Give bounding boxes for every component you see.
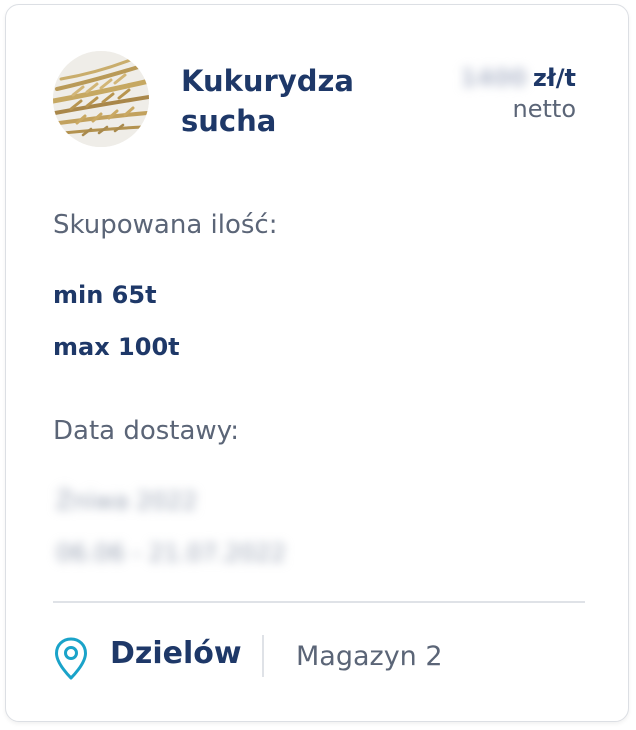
price-value: 1400 [460,64,527,92]
quantity-label: Skupowana ilość: [53,210,278,240]
divider [53,601,585,603]
product-image [53,51,149,147]
delivery-range: 06.06 - 21.07.2022 [56,539,287,567]
delivery-season: Żniwa 2022 [56,487,198,515]
price-unit: zł/t [532,64,576,92]
price: 1400 zł/t netto [460,63,576,125]
quantity-min: min 65t [53,281,157,309]
product-name: Kukurydza sucha [181,64,354,138]
location-warehouse: Magazyn 2 [296,641,443,672]
map-pin-icon [55,637,87,680]
offer-card[interactable]: Kukurydza sucha 1400 zł/t netto Skupowana… [5,4,629,722]
location-city: Dzielów [110,636,242,671]
location-separator [262,635,264,677]
price-type: netto [512,95,576,123]
quantity-max: max 100t [53,333,180,361]
delivery-label: Data dostawy: [53,416,239,446]
